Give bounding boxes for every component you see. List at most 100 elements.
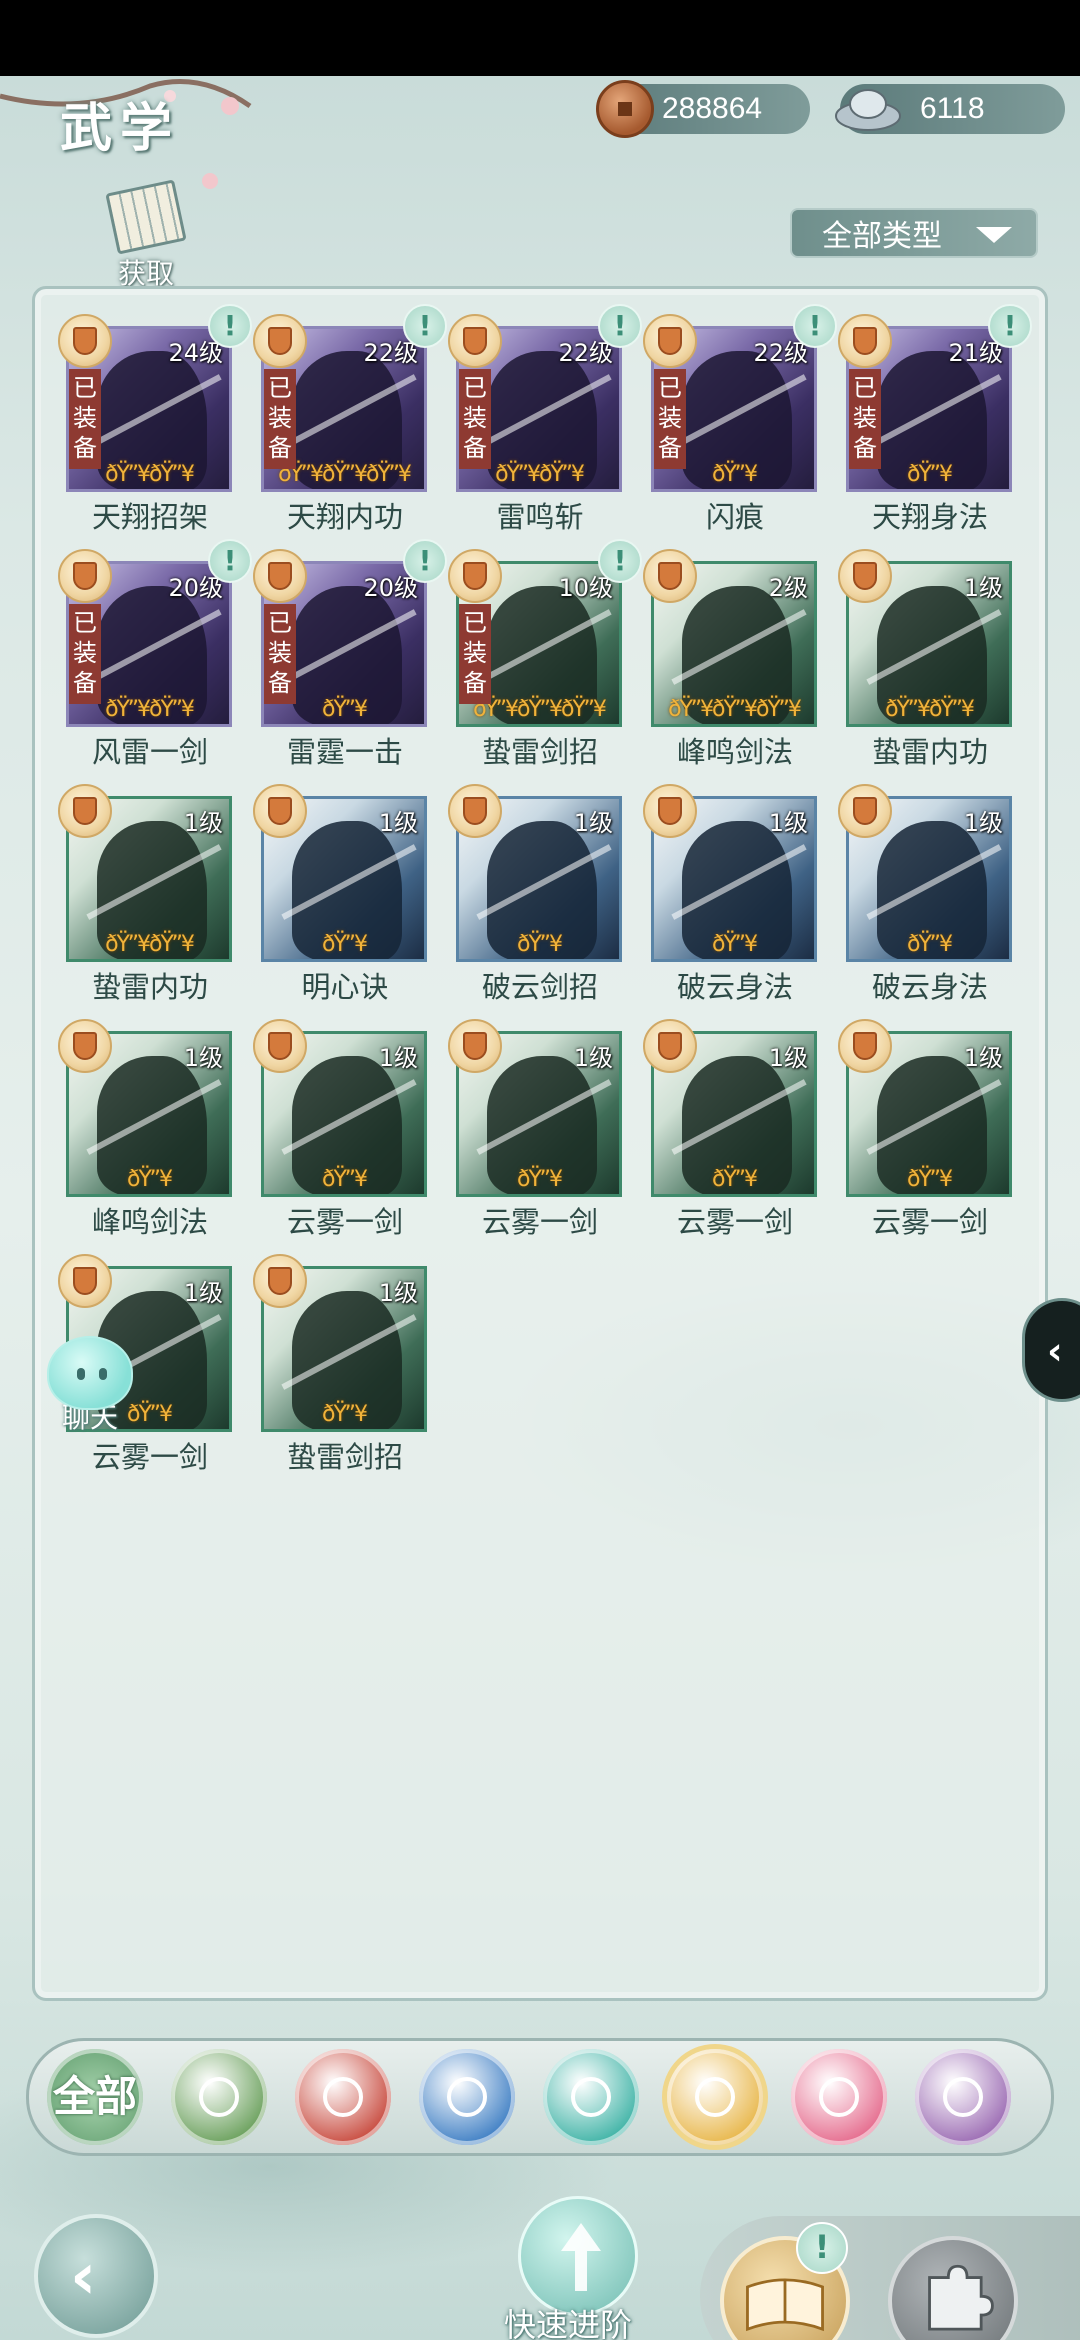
sword-fan-icon [199,2077,239,2117]
skill-name: 风雷一剑 [91,735,208,769]
flame-rank-icon: ðŸ”¥ [712,932,758,957]
flame-rank-icon: ðŸ”¥ [517,1167,563,1192]
quick-advance-button[interactable] [518,2196,638,2316]
equipped-badge: 已装备 [69,369,101,469]
shield-medal-icon [58,549,112,603]
puzzle-icon [928,2264,994,2331]
equipped-badge: 已装备 [459,369,491,469]
skill-card[interactable]: 1级 ðŸ”¥ 云雾一剑 [838,1019,1014,1239]
skill-card[interactable]: 24级 已装备 ðŸ”¥ðŸ”¥ ! 天翔招架 [58,304,252,534]
flame-rank-icon: ðŸ”¥ [322,932,368,957]
side-panel-toggle[interactable]: ‹ [1022,1298,1080,1402]
back-button[interactable]: ‹ [34,2214,158,2338]
alert-badge: ! [403,304,447,348]
obtain-button[interactable]: 获取 [96,179,196,296]
skill-card[interactable]: 1级 ðŸ”¥ 破云剑招 [448,784,624,1004]
category-all-button[interactable]: 全部 [47,2049,143,2145]
skill-name: 天翔招架 [91,500,208,534]
shield-medal-icon [448,314,502,368]
skill-card[interactable]: 2级 ðŸ”¥ðŸ”¥ðŸ”¥ 峰鸣剑法 [643,549,819,769]
skill-name: 破云剑招 [481,970,598,1004]
shield-medal-icon [643,314,697,368]
butterfly-icon [571,2077,611,2117]
skill-card[interactable]: 1级 ðŸ”¥ 破云身法 [838,784,1014,1004]
copper-coin-icon [596,80,654,138]
skill-name: 蛰雷剑招 [286,1440,403,1474]
skill-card[interactable]: 20级 已装备 ðŸ”¥ðŸ”¥ ! 风雷一剑 [58,539,252,769]
shield-medal-icon [253,549,307,603]
scroll-icon [105,179,187,255]
fragment-tab[interactable] [888,2236,1018,2340]
skill-name: 云雾一剑 [676,1205,793,1239]
equipped-badge: 已装备 [654,369,686,469]
flame-rank-icon: ðŸ”¥ [712,1167,758,1192]
chat-button[interactable]: 聊天 [40,1336,140,1446]
skill-level: 1级 [378,1279,418,1307]
skill-name: 峰鸣剑法 [676,735,793,769]
skill-name: 云雾一剑 [871,1205,988,1239]
skill-name: 明心诀 [301,970,389,1004]
skill-name: 雷鸣斩 [496,500,584,534]
skill-level: 1级 [573,809,613,837]
skill-name: 峰鸣剑法 [91,1205,208,1239]
skill-name: 蛰雷内功 [91,970,208,1004]
category-button[interactable] [791,2049,887,2145]
skill-name: 云雾一剑 [286,1205,403,1239]
skill-level: 1级 [183,809,223,837]
skill-card[interactable]: 22级 已装备 ðŸ”¥ðŸ”¥ ! 雷鸣斩 [448,304,642,534]
skill-card[interactable]: 1级 ðŸ”¥ 破云身法 [643,784,819,1004]
up-arrow-icon [561,2223,601,2291]
silver-amount: 6118 [920,92,985,125]
skill-card[interactable]: 22级 已装备 ðŸ”¥ ! 闪痕 [643,304,837,534]
skill-name: 蛰雷内功 [871,735,988,769]
shield-medal-icon [253,1019,307,1073]
skill-name: 破云身法 [676,970,793,1004]
skill-card[interactable]: 1级 ðŸ”¥ 云雾一剑 [448,1019,624,1239]
shield-medal-icon [58,1019,112,1073]
martial-arts-screen: 武学 288864 6118 获取 全部类型 24级 已装备 ðŸ”¥ðŸ”¥ … [0,76,1080,2340]
skill-level: 1级 [963,574,1003,602]
category-button[interactable] [543,2049,639,2145]
skill-card[interactable]: 1级 ðŸ”¥ 峰鸣剑法 [58,1019,234,1239]
flame-rank-icon: ðŸ”¥ [907,1167,953,1192]
shield-medal-icon [643,784,697,838]
category-button[interactable] [171,2049,267,2145]
shield-medal-icon [58,1254,112,1308]
skill-card[interactable]: 1级 ðŸ”¥ 云雾一剑 [643,1019,819,1239]
skill-name: 云雾一剑 [481,1205,598,1239]
skill-name: 天翔内功 [286,500,403,534]
skill-card[interactable]: 1级 ðŸ”¥ 蛰雷剑招 [253,1254,429,1474]
category-button[interactable] [915,2049,1011,2145]
skill-card[interactable]: 1级 ðŸ”¥ðŸ”¥ 蛰雷内功 [838,549,1014,769]
skill-name: 天翔身法 [871,500,988,534]
wave-icon [447,2077,487,2117]
skill-name: 破云身法 [871,970,988,1004]
skill-card[interactable]: 10级 已装备 ðŸ”¥ðŸ”¥ðŸ”¥ ! 蛰雷剑招 [448,539,642,769]
skill-card[interactable]: 22级 已装备 ðŸ”¥ðŸ”¥ðŸ”¥ ! 天翔内功 [253,304,447,534]
chevron-down-icon [976,227,1012,243]
skill-level: 1级 [963,1044,1003,1072]
skill-card[interactable]: 1级 ðŸ”¥ðŸ”¥ 蛰雷内功 [58,784,234,1004]
copper-currency: 288864 [596,80,810,138]
type-filter-dropdown[interactable]: 全部类型 [790,208,1038,258]
back-arrow-icon: ‹ [70,2240,97,2314]
shield-medal-icon [253,784,307,838]
skill-level: 1级 [183,1044,223,1072]
skill-card[interactable]: 20级 已装备 ðŸ”¥ ! 雷霆一击 [253,539,447,769]
skill-card[interactable]: 1级 ðŸ”¥ 明心诀 [253,784,429,1004]
alert-badge: ! [988,304,1032,348]
shield-medal-icon [448,549,502,603]
shield-medal-icon [253,1254,307,1308]
skill-card[interactable]: 1级 ðŸ”¥ 云雾一剑 [253,1019,429,1239]
flame-rank-icon: ðŸ”¥ðŸ”¥ [105,932,195,957]
bottom-bar: ‹ 快速进阶 ! 总览 碎片 [0,2176,1080,2340]
skill-card[interactable]: 21级 已装备 ðŸ”¥ ! 天翔身法 [838,304,1032,534]
skill-name: 雷霆一击 [286,735,403,769]
category-button[interactable] [667,2049,763,2145]
skill-level: 1级 [183,1279,223,1307]
chat-mascot-icon [47,1336,133,1410]
category-button[interactable] [295,2049,391,2145]
alert-badge: ! [208,539,252,583]
category-button[interactable] [419,2049,515,2145]
overview-alert-badge: ! [796,2222,848,2274]
